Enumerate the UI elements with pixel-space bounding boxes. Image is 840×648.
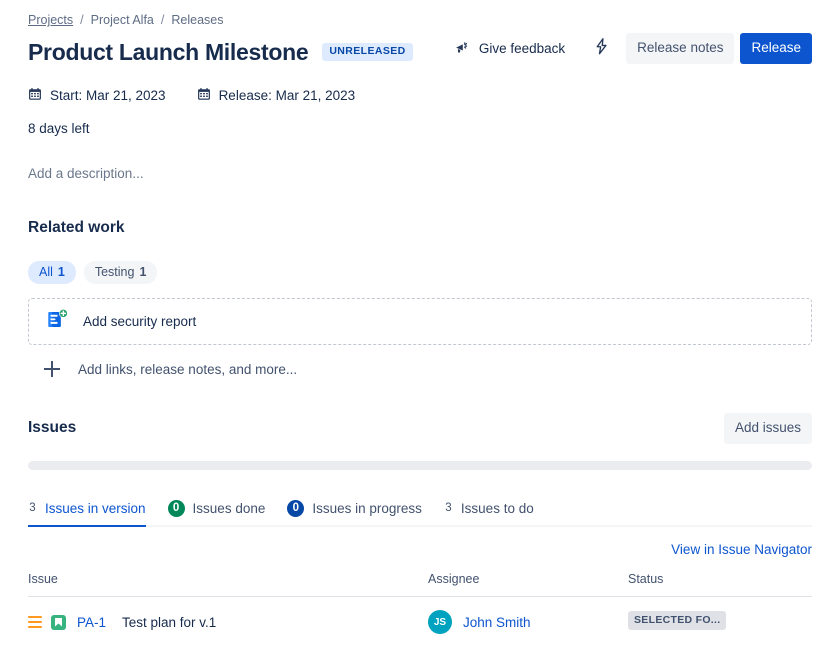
issue-key-link[interactable]: PA-1: [77, 615, 106, 630]
breadcrumb-item-releases[interactable]: Releases: [171, 12, 223, 28]
breadcrumb-separator: /: [161, 12, 164, 28]
assignee-name-link[interactable]: John Smith: [463, 615, 531, 630]
page-title: Product Launch Milestone: [28, 39, 308, 66]
description-placeholder[interactable]: Add a description...: [28, 166, 812, 181]
issues-heading-row: Issues Add issues: [28, 413, 812, 443]
tab-issues-done[interactable]: 0 Issues done: [168, 500, 266, 525]
status-cell: SELECTED FO...: [628, 597, 812, 635]
filter-pill-testing-label: Testing: [95, 265, 135, 279]
filter-pill-testing-count: 1: [139, 265, 146, 279]
status-lozenge: UNRELEASED: [322, 43, 412, 61]
add-links-label: Add links, release notes, and more...: [78, 362, 297, 377]
add-security-report-label: Add security report: [83, 314, 196, 329]
tab-issues-in-version-label: Issues in version: [45, 501, 146, 516]
calendar-icon: [197, 87, 211, 104]
issues-table: Issue Assignee Status PA-1 Test plan for…: [28, 572, 812, 634]
priority-medium-icon: [28, 616, 42, 629]
release-button[interactable]: Release: [740, 33, 812, 64]
table-row[interactable]: PA-1 Test plan for v.1 JS John Smith SEL…: [28, 597, 812, 635]
release-date: Release: Mar 21, 2023: [197, 87, 356, 104]
view-in-issue-navigator-link[interactable]: View in Issue Navigator: [671, 542, 812, 557]
column-header-assignee: Assignee: [428, 572, 628, 597]
issue-cell: PA-1 Test plan for v.1: [28, 597, 428, 635]
column-header-issue: Issue: [28, 572, 428, 597]
tab-issues-to-do-count: 3: [444, 500, 453, 517]
add-security-report-card[interactable]: Add security report: [28, 298, 812, 345]
calendar-icon: [28, 87, 42, 104]
release-notes-button[interactable]: Release notes: [626, 33, 734, 64]
release-date-label: Release: Mar 21, 2023: [219, 88, 356, 103]
give-feedback-label: Give feedback: [479, 41, 565, 56]
avatar: JS: [428, 610, 452, 634]
column-header-status: Status: [628, 572, 812, 597]
breadcrumb-separator: /: [80, 12, 83, 28]
lightning-bolt-icon: [593, 37, 610, 61]
status-badge[interactable]: SELECTED FO...: [628, 611, 726, 630]
add-links-button[interactable]: Add links, release notes, and more...: [28, 361, 812, 377]
filter-pill-all[interactable]: All 1: [28, 261, 76, 284]
days-left-label: 8 days left: [28, 121, 812, 136]
dates-row: Start: Mar 21, 2023 Release: Mar 21, 202…: [28, 87, 812, 104]
breadcrumb-item-projects[interactable]: Projects: [28, 12, 73, 28]
related-work-heading: Related work: [28, 219, 812, 237]
start-date: Start: Mar 21, 2023: [28, 87, 166, 104]
tab-issues-done-count: 0: [168, 500, 185, 517]
tab-issues-in-progress[interactable]: 0 Issues in progress: [287, 500, 422, 525]
related-work-filters: All 1 Testing 1: [28, 261, 812, 284]
add-issues-button[interactable]: Add issues: [724, 413, 812, 444]
issues-table-header-row: Issue Assignee Status: [28, 572, 812, 597]
tab-issues-in-progress-count: 0: [287, 500, 304, 517]
breadcrumb-item-project-alfa[interactable]: Project Alfa: [91, 12, 154, 28]
breadcrumb: Projects / Project Alfa / Releases: [28, 0, 812, 28]
tab-issues-in-version-count: 3: [28, 500, 37, 517]
filter-pill-all-label: All: [39, 265, 53, 279]
plus-icon: [44, 361, 60, 377]
tab-issues-to-do-label: Issues to do: [461, 501, 534, 516]
issue-navigator-row: View in Issue Navigator: [28, 542, 812, 557]
issue-summary: Test plan for v.1: [122, 615, 216, 630]
issues-heading: Issues: [28, 419, 76, 437]
tab-issues-done-label: Issues done: [193, 501, 266, 516]
document-add-icon: [45, 307, 70, 337]
assignee-cell: JS John Smith: [428, 597, 628, 635]
tab-issues-to-do[interactable]: 3 Issues to do: [444, 500, 534, 525]
start-date-label: Start: Mar 21, 2023: [50, 88, 166, 103]
filter-pill-all-count: 1: [58, 265, 65, 279]
header-actions: Give feedback Release notes Release: [452, 33, 812, 64]
story-icon: [51, 615, 66, 630]
release-detail-page: Projects / Project Alfa / Releases Produ…: [0, 0, 840, 648]
megaphone-icon: [454, 39, 471, 59]
filter-pill-testing[interactable]: Testing 1: [84, 261, 158, 284]
tab-issues-in-progress-label: Issues in progress: [312, 501, 422, 516]
automation-bolt-button[interactable]: [593, 37, 610, 61]
give-feedback-button[interactable]: Give feedback: [452, 35, 567, 63]
tab-issues-in-version[interactable]: 3 Issues in version: [28, 500, 146, 525]
issues-progress-bar: [28, 461, 812, 470]
issues-tabs: 3 Issues in version 0 Issues done 0 Issu…: [28, 496, 812, 527]
